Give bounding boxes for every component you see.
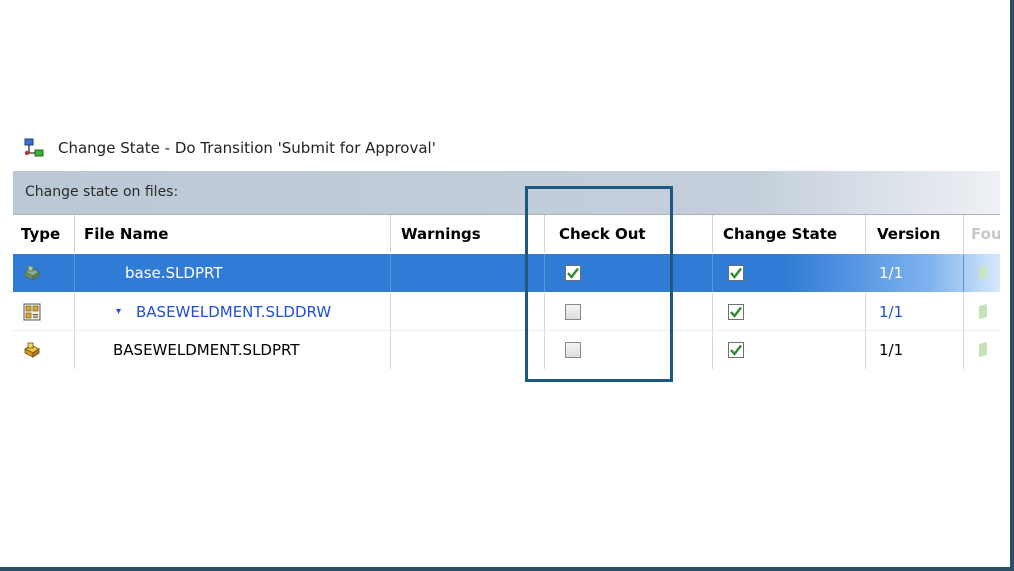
column-divider <box>390 293 391 331</box>
version-cell: 1/1 <box>879 303 904 321</box>
column-divider <box>74 331 75 369</box>
column-divider <box>963 293 964 331</box>
dialog-title: Change State - Do Transition 'Submit for… <box>58 139 436 157</box>
column-divider[interactable] <box>865 215 866 253</box>
column-divider <box>865 254 866 292</box>
tree-expand-icon[interactable]: ▾ <box>116 293 121 331</box>
column-divider <box>74 293 75 331</box>
column-header-version[interactable]: Version <box>877 215 957 253</box>
version-cell: 1/1 <box>879 341 904 359</box>
column-divider[interactable] <box>390 215 391 253</box>
check-out-checkbox[interactable] <box>565 265 581 281</box>
column-divider <box>390 331 391 369</box>
column-divider <box>712 254 713 292</box>
workflow-transition-icon <box>24 138 44 158</box>
check-out-checkbox[interactable] <box>565 304 581 320</box>
column-header-type[interactable]: Type <box>21 215 71 253</box>
dialog-title-bar: Change State - Do Transition 'Submit for… <box>24 137 436 159</box>
column-divider <box>544 331 545 369</box>
section-label: Change state on files: <box>25 184 179 200</box>
files-grid: Type File Name Warnings Check Out Change… <box>13 215 1000 370</box>
change-state-checkbox[interactable] <box>728 342 744 358</box>
column-divider[interactable] <box>74 215 75 253</box>
folder-icon <box>978 342 988 357</box>
column-header-check-out[interactable]: Check Out <box>559 215 709 253</box>
table-row[interactable]: base.SLDPRT 1/1 <box>13 254 1000 292</box>
column-divider[interactable] <box>963 215 964 253</box>
column-header-found-in[interactable]: Fou <box>971 215 1000 253</box>
change-state-checkbox[interactable] <box>728 265 744 281</box>
column-divider <box>74 254 75 292</box>
column-divider <box>390 254 391 292</box>
part-icon <box>23 264 41 282</box>
column-divider <box>865 331 866 369</box>
folder-icon <box>978 304 988 319</box>
column-divider <box>544 254 545 292</box>
table-row[interactable]: BASEWELDMENT.SLDPRT 1/1 <box>13 331 1000 369</box>
version-cell: 1/1 <box>879 264 904 282</box>
column-divider <box>963 254 964 292</box>
table-row[interactable]: ▾ BASEWELDMENT.SLDDRW 1/1 <box>13 293 1000 331</box>
column-divider <box>963 331 964 369</box>
section-header: Change state on files: <box>13 171 1000 215</box>
part-icon <box>23 341 41 359</box>
window-frame-bottom <box>0 567 1014 571</box>
column-divider <box>712 293 713 331</box>
column-header-warnings[interactable]: Warnings <box>401 215 521 253</box>
change-state-checkbox[interactable] <box>728 304 744 320</box>
column-divider[interactable] <box>544 215 545 253</box>
file-name: base.SLDPRT <box>125 264 223 282</box>
folder-icon <box>978 265 988 280</box>
row-separator <box>13 291 1000 292</box>
drawing-icon <box>23 303 41 321</box>
file-name: BASEWELDMENT.SLDDRW <box>136 303 332 321</box>
column-divider <box>544 293 545 331</box>
column-divider <box>865 293 866 331</box>
grid-header-row: Type File Name Warnings Check Out Change… <box>13 215 1000 253</box>
column-header-file-name[interactable]: File Name <box>84 215 384 253</box>
window-frame-right <box>1010 0 1014 571</box>
check-out-checkbox[interactable] <box>565 342 581 358</box>
column-header-change-state[interactable]: Change State <box>723 215 853 253</box>
column-divider[interactable] <box>712 215 713 253</box>
column-divider <box>712 331 713 369</box>
file-name: BASEWELDMENT.SLDPRT <box>113 341 300 359</box>
